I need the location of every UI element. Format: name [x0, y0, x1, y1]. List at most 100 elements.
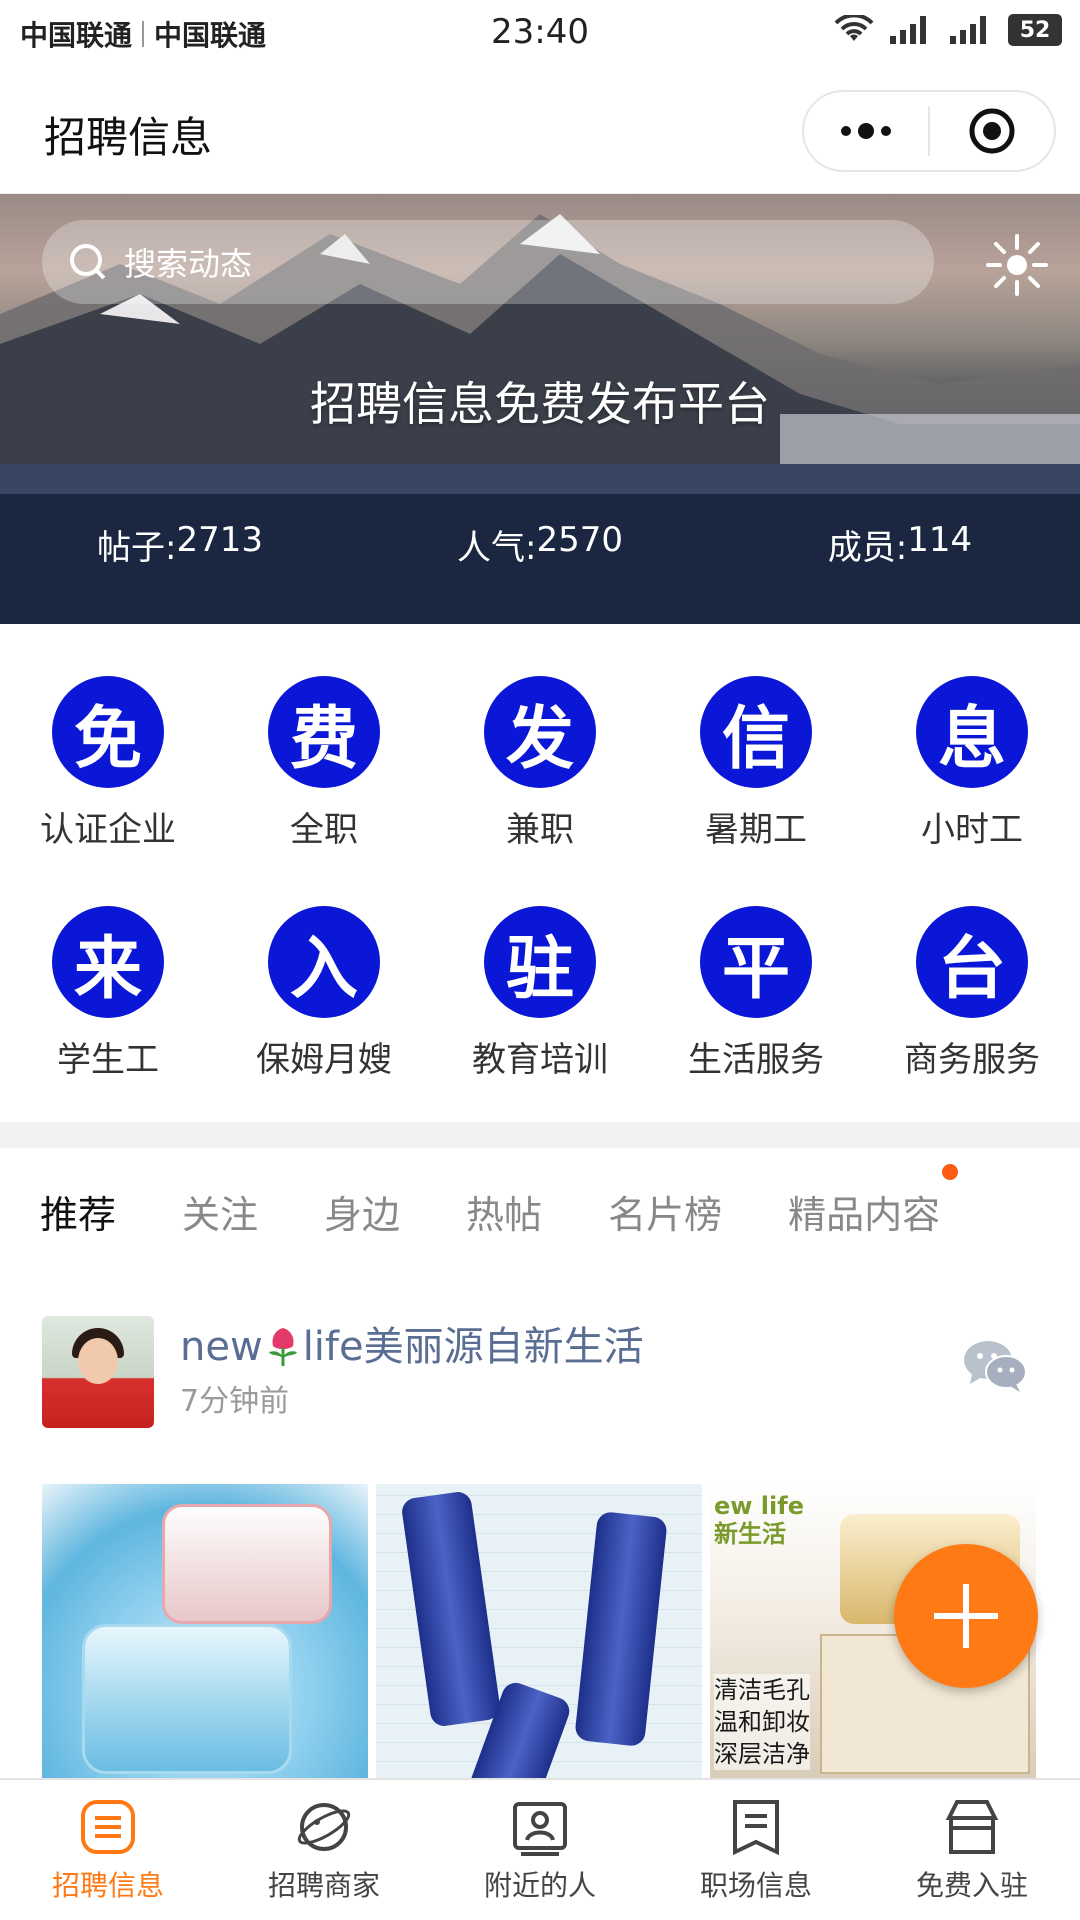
category-char-icon: 平 — [700, 906, 812, 1018]
nav-free-join[interactable]: 免费入驻 — [864, 1780, 1080, 1920]
nav-recruitment-info[interactable]: 招聘信息 — [0, 1780, 216, 1920]
category-char-icon: 来 — [52, 906, 164, 1018]
wifi-icon — [834, 15, 874, 41]
page-title: 招聘信息 — [44, 113, 213, 162]
signal-icon-1 — [890, 16, 926, 44]
wechat-icon — [964, 1341, 1027, 1392]
category-char-icon: 入 — [268, 906, 380, 1018]
nav-label: 招聘信息 — [51, 1869, 164, 1902]
category-item[interactable]: 入保姆月嫂 — [216, 906, 432, 1136]
target-circle-icon — [969, 108, 1015, 154]
battery-indicator: 52 — [1008, 14, 1062, 46]
post-photo[interactable] — [42, 1484, 368, 1780]
category-label: 生活服务 — [688, 1040, 824, 1080]
search-placeholder: 搜索动态 — [124, 245, 253, 283]
category-item[interactable]: 息小时工 — [864, 676, 1080, 906]
more-menu-button[interactable] — [804, 92, 928, 170]
photo-brand-text: ew life 新生活 — [714, 1492, 804, 1548]
category-label: 认证企业 — [40, 810, 176, 850]
person-card-icon — [513, 1802, 567, 1856]
search-bar[interactable]: 搜索动态 — [42, 220, 934, 304]
category-label: 小时工 — [921, 810, 1023, 850]
stat-label: 帖子: — [97, 528, 177, 568]
sunburst-icon — [986, 234, 1048, 296]
stat-label: 人气: — [457, 528, 537, 568]
category-item[interactable]: 来学生工 — [0, 906, 216, 1136]
stat-value: 114 — [907, 520, 973, 560]
category-label: 全职 — [290, 810, 358, 850]
category-item[interactable]: 信暑期工 — [648, 676, 864, 906]
nav-label: 招聘商家 — [267, 1869, 380, 1902]
stat-popularity: 人气: 2570 — [360, 520, 720, 569]
wechat-share-button[interactable] — [962, 1338, 1028, 1398]
more-dots-icon — [841, 123, 891, 139]
tulip-emoji-icon — [268, 1328, 297, 1366]
cream-jar-image — [162, 1504, 332, 1624]
bottle-image — [574, 1510, 668, 1748]
tab-nearby[interactable]: 身边 — [324, 1184, 400, 1239]
nav-label: 附近的人 — [483, 1869, 596, 1902]
notification-dot — [942, 1163, 959, 1180]
category-item[interactable]: 平生活服务 — [648, 906, 864, 1136]
post-photos: ew life 新生活 清洁毛孔 温和卸妆 深层洁净 — [42, 1484, 1036, 1780]
post-header: new life美丽源自新生活 7分钟前 — [0, 1274, 1080, 1430]
category-char-icon: 发 — [484, 676, 596, 788]
list-doc-icon — [81, 1800, 135, 1854]
nav-nearby-people[interactable]: 附近的人 — [432, 1780, 648, 1920]
tab-hot[interactable]: 热帖 — [466, 1184, 542, 1239]
stat-value: 2570 — [536, 520, 623, 560]
close-mini-program-button[interactable] — [930, 92, 1054, 170]
tab-recommend[interactable]: 推荐 — [40, 1184, 116, 1239]
category-label: 保姆月嫂 — [256, 1040, 392, 1080]
cream-jar-image — [82, 1624, 292, 1774]
category-char-icon: 信 — [700, 676, 812, 788]
mini-program-capsule — [802, 90, 1056, 172]
post-photo[interactable] — [376, 1484, 702, 1780]
category-char-icon: 台 — [916, 906, 1028, 1018]
feed-tabs: 推荐 关注 身边 热帖 名片榜 精品内容 — [0, 1148, 1080, 1274]
nav-label: 免费入驻 — [915, 1869, 1028, 1902]
tab-featured[interactable]: 精品内容 — [788, 1163, 959, 1239]
category-item[interactable]: 费全职 — [216, 676, 432, 906]
category-label: 兼职 — [506, 810, 574, 850]
category-item[interactable]: 免认证企业 — [0, 676, 216, 906]
add-post-button[interactable] — [894, 1544, 1038, 1688]
stat-label: 成员: — [827, 528, 908, 568]
category-char-icon: 费 — [268, 676, 380, 788]
tab-follow[interactable]: 关注 — [182, 1184, 258, 1239]
post-time: 7分钟前 — [180, 1384, 290, 1419]
stat-value: 2713 — [176, 520, 263, 560]
nav-employers[interactable]: 招聘商家 — [216, 1780, 432, 1920]
feed-post: new life美丽源自新生活 7分钟前 ew life 新生活 清洁毛孔 温和… — [0, 1274, 1080, 1780]
bottle-image — [400, 1490, 502, 1728]
category-item[interactable]: 发兼职 — [432, 676, 648, 906]
plus-icon — [934, 1584, 998, 1648]
avatar[interactable] — [42, 1316, 154, 1428]
category-label: 暑期工 — [705, 810, 807, 850]
signal-icon-2 — [950, 16, 986, 44]
status-bar: 中国联通 中国联通 23:40 52 — [0, 0, 1080, 68]
category-label: 商务服务 — [904, 1040, 1040, 1080]
tab-featured-label: 精品内容 — [788, 1192, 941, 1237]
avatar-face — [78, 1338, 118, 1384]
lightbulb-button[interactable] — [984, 232, 1050, 302]
title-bar: 招聘信息 — [0, 68, 1080, 194]
stat-members: 成员: 114 — [720, 520, 1080, 569]
post-author-name[interactable]: new life美丽源自新生活 — [180, 1314, 644, 1372]
nav-workplace-info[interactable]: 职场信息 — [648, 1780, 864, 1920]
category-char-icon: 免 — [52, 676, 164, 788]
banner-title: 招聘信息免费发布平台 — [310, 377, 770, 431]
bottom-tab-bar: 招聘信息 招聘商家 附近的人 职场信息 免费入驻 — [0, 1778, 1080, 1920]
system-icons: 52 — [834, 14, 1062, 46]
author-name-prefix: new — [180, 1324, 263, 1370]
category-char-icon: 驻 — [484, 906, 596, 1018]
category-label: 教育培训 — [472, 1040, 608, 1080]
category-char-icon: 息 — [916, 676, 1028, 788]
nav-label: 职场信息 — [699, 1869, 812, 1902]
category-item[interactable]: 台商务服务 — [864, 906, 1080, 1136]
tab-card-rank[interactable]: 名片榜 — [608, 1184, 722, 1239]
section-divider — [0, 1122, 1080, 1148]
photo-caption-text: 清洁毛孔 温和卸妆 深层洁净 — [714, 1674, 810, 1770]
category-item[interactable]: 驻教育培训 — [432, 906, 648, 1136]
banner-stats: 帖子: 2713 人气: 2570 成员: 114 — [0, 520, 1080, 569]
